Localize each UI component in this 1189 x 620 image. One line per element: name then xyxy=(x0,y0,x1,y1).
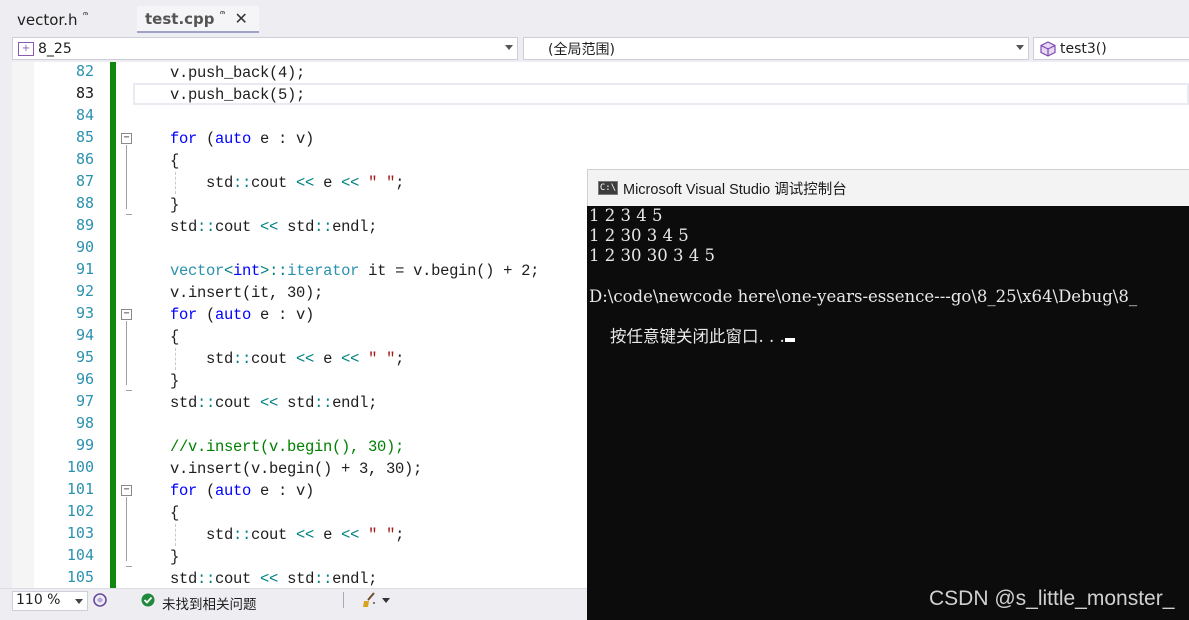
fold-guide-end xyxy=(126,390,132,391)
editor-margin xyxy=(12,62,34,588)
fold-guide-end xyxy=(126,566,132,567)
code-line: } xyxy=(170,548,180,566)
project-label: 8_25 xyxy=(38,40,72,57)
scope-label: (全局范围) xyxy=(548,41,615,58)
watermark: CSDN @s_little_monster_ xyxy=(929,587,1175,610)
code-line: std::cout << e << " "; xyxy=(206,526,405,544)
line-number: 82 xyxy=(75,62,94,80)
code-line: for (auto e : v) xyxy=(170,130,315,148)
tab-vector-h[interactable]: vector.h ᩨ xyxy=(9,6,137,33)
console-cursor xyxy=(784,338,795,342)
line-number: 96 xyxy=(75,370,94,388)
debug-console-window[interactable]: C:\ Microsoft Visual Studio 调试控制台 1 2 3 … xyxy=(587,169,1189,620)
method-cube-icon xyxy=(1040,40,1056,57)
member-dropdown[interactable]: test3() xyxy=(1033,37,1189,60)
console-output-line: 1 2 30 3 4 5 xyxy=(589,226,689,245)
code-line: std::cout << std::endl; xyxy=(170,394,378,412)
member-label: test3() xyxy=(1060,40,1107,57)
fold-guide xyxy=(126,321,127,385)
console-output-line: 1 2 30 30 3 4 5 xyxy=(589,246,715,265)
zoom-dropdown[interactable]: 110 % xyxy=(12,591,88,611)
zoom-value: 110 % xyxy=(16,592,61,608)
code-line: std::cout << e << " "; xyxy=(206,174,405,192)
chevron-down-icon xyxy=(505,45,513,50)
line-number: 89 xyxy=(75,216,94,234)
code-line: } xyxy=(170,196,180,214)
console-app-icon: C:\ xyxy=(598,181,618,195)
line-number: 104 xyxy=(66,546,94,564)
code-line: } xyxy=(170,372,180,390)
line-number: 90 xyxy=(75,238,94,256)
line-number: 92 xyxy=(75,282,94,300)
code-line: { xyxy=(170,504,180,522)
indent-guide xyxy=(175,348,176,370)
code-line: v.insert(v.begin() + 3, 30); xyxy=(170,460,423,478)
line-number: 93 xyxy=(75,304,94,322)
line-number: 103 xyxy=(66,524,94,542)
line-number: 97 xyxy=(75,392,94,410)
project-icon: + xyxy=(18,41,34,56)
line-number: 94 xyxy=(75,326,94,344)
tab-test-cpp[interactable]: test.cpp ᩨ ✕ xyxy=(137,6,259,33)
line-number: 100 xyxy=(66,458,94,476)
line-number: 91 xyxy=(75,260,94,278)
code-line: std::cout << e << " "; xyxy=(206,350,405,368)
console-title-bar[interactable]: C:\ Microsoft Visual Studio 调试控制台 xyxy=(587,169,1189,206)
status-separator xyxy=(343,592,344,608)
fold-guide-end xyxy=(126,214,132,215)
code-line: v.insert(it, 30); xyxy=(170,284,324,302)
code-line: //v.insert(v.begin(), 30); xyxy=(170,438,405,456)
document-tab-bar: vector.h ᩨ test.cpp ᩨ ✕ xyxy=(0,0,1189,36)
line-number: 87 xyxy=(75,172,94,190)
indent-guide xyxy=(175,524,176,546)
collapse-icon[interactable]: − xyxy=(121,485,132,496)
code-line: vector<int>::iterator it = v.begin() + 2… xyxy=(170,262,540,280)
collapse-icon[interactable]: − xyxy=(121,309,132,320)
close-icon[interactable]: ✕ xyxy=(235,9,248,28)
tab-label: vector.h xyxy=(17,10,78,29)
intellicode-icon[interactable] xyxy=(92,592,108,608)
line-number: 86 xyxy=(75,150,94,168)
change-tracking-bar xyxy=(110,62,116,588)
code-line: for (auto e : v) xyxy=(170,306,315,324)
chevron-down-icon xyxy=(1016,45,1024,50)
scope-dropdown[interactable]: (全局范围) xyxy=(523,37,1029,60)
line-number: 105 xyxy=(66,568,94,586)
console-prompt-text: 按任意键关闭此窗口. . . xyxy=(609,327,785,346)
console-prompt-line: 按任意键关闭此窗口. . . xyxy=(589,307,795,346)
line-number: 95 xyxy=(75,348,94,366)
code-line: for (auto e : v) xyxy=(170,482,315,500)
line-number: 88 xyxy=(75,194,94,212)
chevron-down-icon[interactable] xyxy=(382,598,390,603)
code-line: { xyxy=(170,328,180,346)
console-output-line: 1 2 3 4 5 xyxy=(589,206,663,225)
code-line: std::cout << std::endl; xyxy=(170,570,378,588)
code-line: { xyxy=(170,152,180,170)
project-dropdown[interactable]: + 8_25 xyxy=(12,37,518,60)
chevron-down-icon xyxy=(75,599,83,604)
line-number: 99 xyxy=(75,436,94,454)
console-title: Microsoft Visual Studio 调试控制台 xyxy=(623,181,847,198)
check-circle-icon xyxy=(141,593,155,607)
code-line: v.push_back(4); xyxy=(170,64,306,82)
code-line: std::cout << std::endl; xyxy=(170,218,378,236)
fold-guide xyxy=(126,497,127,561)
line-number: 101 xyxy=(66,480,94,498)
indent-guide xyxy=(175,172,176,194)
code-cleanup-brush-icon[interactable] xyxy=(360,591,378,609)
code-line: v.push_back(5); xyxy=(170,86,306,104)
navigation-bar: + 8_25 (全局范围) test3() xyxy=(12,37,1189,61)
collapse-icon[interactable]: − xyxy=(121,133,132,144)
line-number: 85 xyxy=(75,128,94,146)
fold-guide xyxy=(126,145,127,209)
issues-status[interactable]: 未找到相关问题 xyxy=(162,593,257,613)
console-output-line: D:\code\newcode here\one-years-essence--… xyxy=(589,287,1138,306)
line-number: 98 xyxy=(75,414,94,432)
line-number-current: 83 xyxy=(75,84,94,102)
tab-label: test.cpp xyxy=(145,9,215,28)
line-number: 84 xyxy=(75,106,94,124)
line-number: 102 xyxy=(66,502,94,520)
